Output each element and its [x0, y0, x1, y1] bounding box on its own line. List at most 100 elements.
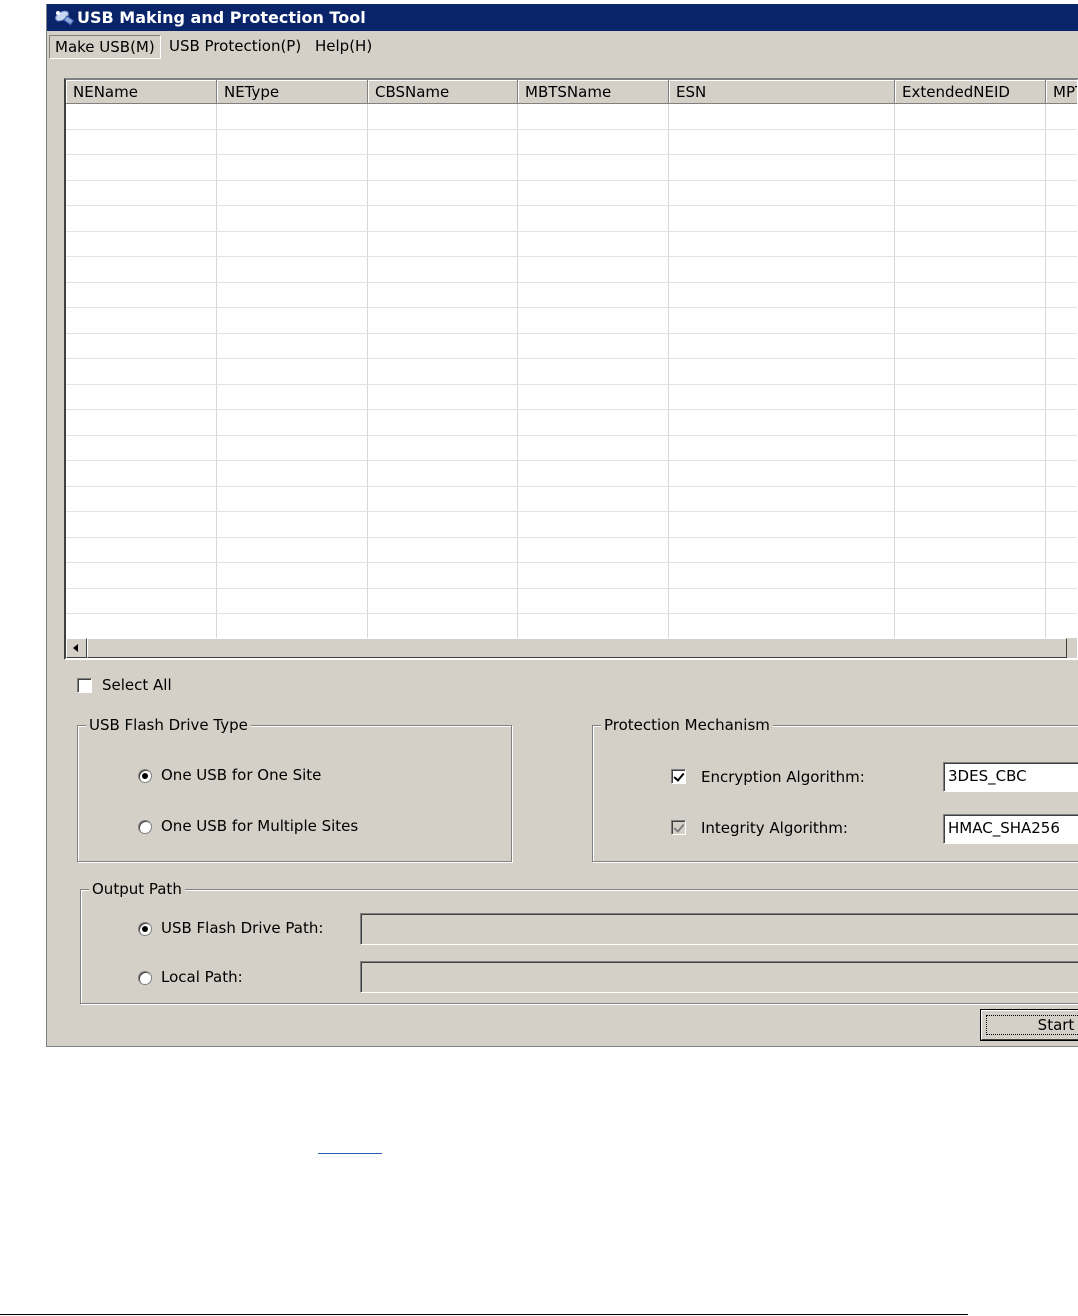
table-cell[interactable]	[518, 180, 669, 205]
table-cell[interactable]	[518, 155, 669, 180]
table-cell[interactable]	[669, 155, 895, 180]
table-cell[interactable]	[66, 384, 217, 409]
table-cell[interactable]	[368, 563, 518, 588]
table-cell[interactable]	[217, 206, 368, 231]
table-cell[interactable]	[66, 308, 217, 333]
table-cell[interactable]	[217, 359, 368, 384]
table-cell[interactable]	[368, 435, 518, 460]
table-cell[interactable]	[217, 614, 368, 638]
table-row[interactable]	[66, 282, 1077, 308]
column-header-nename[interactable]: NEName	[66, 80, 217, 104]
table-cell[interactable]	[1046, 487, 1077, 512]
table-cell[interactable]	[368, 410, 518, 435]
column-header-cbsname[interactable]: CBSName	[368, 80, 518, 104]
table-cell[interactable]	[1046, 181, 1077, 206]
table-cell[interactable]	[1046, 385, 1077, 410]
table-cell[interactable]	[669, 359, 895, 384]
table-cell[interactable]	[669, 129, 895, 154]
ne-table[interactable]: NEName NEType CBSName MBTSName ESN Exten…	[64, 78, 1078, 660]
table-cell[interactable]	[66, 461, 217, 486]
radio-local-path[interactable]	[138, 971, 152, 985]
table-cell[interactable]	[669, 410, 895, 435]
table-cell[interactable]	[895, 359, 1046, 384]
table-cell[interactable]	[669, 614, 895, 638]
radio-one-usb-multiple-sites[interactable]	[138, 820, 152, 834]
table-cell[interactable]	[518, 614, 669, 638]
table-cell[interactable]	[217, 588, 368, 613]
table-cell[interactable]	[895, 155, 1046, 180]
table-cell[interactable]	[217, 486, 368, 511]
table-cell[interactable]	[669, 180, 895, 205]
radio-usb-flash-drive-path[interactable]	[138, 922, 152, 936]
table-cell[interactable]	[368, 206, 518, 231]
table-cell[interactable]	[66, 410, 217, 435]
table-cell[interactable]	[66, 231, 217, 256]
table-row[interactable]	[66, 231, 1077, 257]
table-cell[interactable]	[1046, 512, 1077, 537]
column-header-netype[interactable]: NEType	[217, 80, 368, 104]
table-cell[interactable]	[895, 333, 1046, 358]
horizontal-scrollbar[interactable]	[66, 638, 1077, 658]
table-cell[interactable]	[669, 384, 895, 409]
table-cell[interactable]	[1046, 155, 1077, 180]
menu-usb-protection[interactable]: USB Protection(P)	[164, 35, 306, 57]
table-cell[interactable]	[669, 435, 895, 460]
table-cell[interactable]	[1046, 334, 1077, 359]
table-cell[interactable]	[669, 461, 895, 486]
table-cell[interactable]	[217, 537, 368, 562]
table-cell[interactable]	[217, 512, 368, 537]
table-cell[interactable]	[368, 588, 518, 613]
table-cell[interactable]	[1046, 563, 1077, 588]
table-cell[interactable]	[895, 231, 1046, 256]
table-cell[interactable]	[669, 563, 895, 588]
local-path-field[interactable]	[360, 961, 1078, 993]
table-cell[interactable]	[66, 155, 217, 180]
encryption-checkbox[interactable]	[671, 769, 686, 784]
table-row[interactable]	[66, 206, 1077, 232]
table-cell[interactable]	[1046, 257, 1077, 282]
table-cell[interactable]	[669, 104, 895, 129]
table-row[interactable]	[66, 588, 1077, 614]
table-cell[interactable]	[518, 333, 669, 358]
column-header-mbtsname[interactable]: MBTSName	[518, 80, 669, 104]
table-cell[interactable]	[518, 231, 669, 256]
table-row[interactable]	[66, 461, 1077, 487]
table-cell[interactable]	[1046, 206, 1077, 231]
table-cell[interactable]	[66, 129, 217, 154]
table-cell[interactable]	[895, 486, 1046, 511]
table-row[interactable]	[66, 614, 1077, 638]
table-cell[interactable]	[368, 180, 518, 205]
table-cell[interactable]	[1046, 538, 1077, 563]
table-cell[interactable]	[368, 129, 518, 154]
table-cell[interactable]	[368, 486, 518, 511]
table-cell[interactable]	[895, 435, 1046, 460]
table-row[interactable]	[66, 563, 1077, 589]
table-cell[interactable]	[217, 231, 368, 256]
table-cell[interactable]	[66, 180, 217, 205]
table-cell[interactable]	[217, 461, 368, 486]
table-cell[interactable]	[368, 461, 518, 486]
table-cell[interactable]	[66, 257, 217, 282]
integrity-algorithm-field[interactable]: HMAC_SHA256	[943, 814, 1078, 844]
table-row[interactable]	[66, 384, 1077, 410]
table-cell[interactable]	[669, 512, 895, 537]
table-cell[interactable]	[518, 129, 669, 154]
link-underline[interactable]	[318, 1153, 382, 1154]
table-cell[interactable]	[368, 614, 518, 638]
table-cell[interactable]	[518, 537, 669, 562]
table-cell[interactable]	[895, 614, 1046, 638]
table-cell[interactable]	[895, 512, 1046, 537]
table-cell[interactable]	[669, 308, 895, 333]
table-cell[interactable]	[368, 537, 518, 562]
table-cell[interactable]	[217, 410, 368, 435]
select-all-checkbox[interactable]	[77, 678, 92, 693]
table-cell[interactable]	[895, 537, 1046, 562]
table-cell[interactable]	[66, 563, 217, 588]
encryption-algorithm-field[interactable]: 3DES_CBC	[943, 762, 1078, 792]
table-cell[interactable]	[1046, 589, 1077, 614]
table-cell[interactable]	[518, 461, 669, 486]
table-row[interactable]	[66, 359, 1077, 385]
table-cell[interactable]	[66, 537, 217, 562]
table-cell[interactable]	[66, 588, 217, 613]
table-row[interactable]	[66, 129, 1077, 155]
